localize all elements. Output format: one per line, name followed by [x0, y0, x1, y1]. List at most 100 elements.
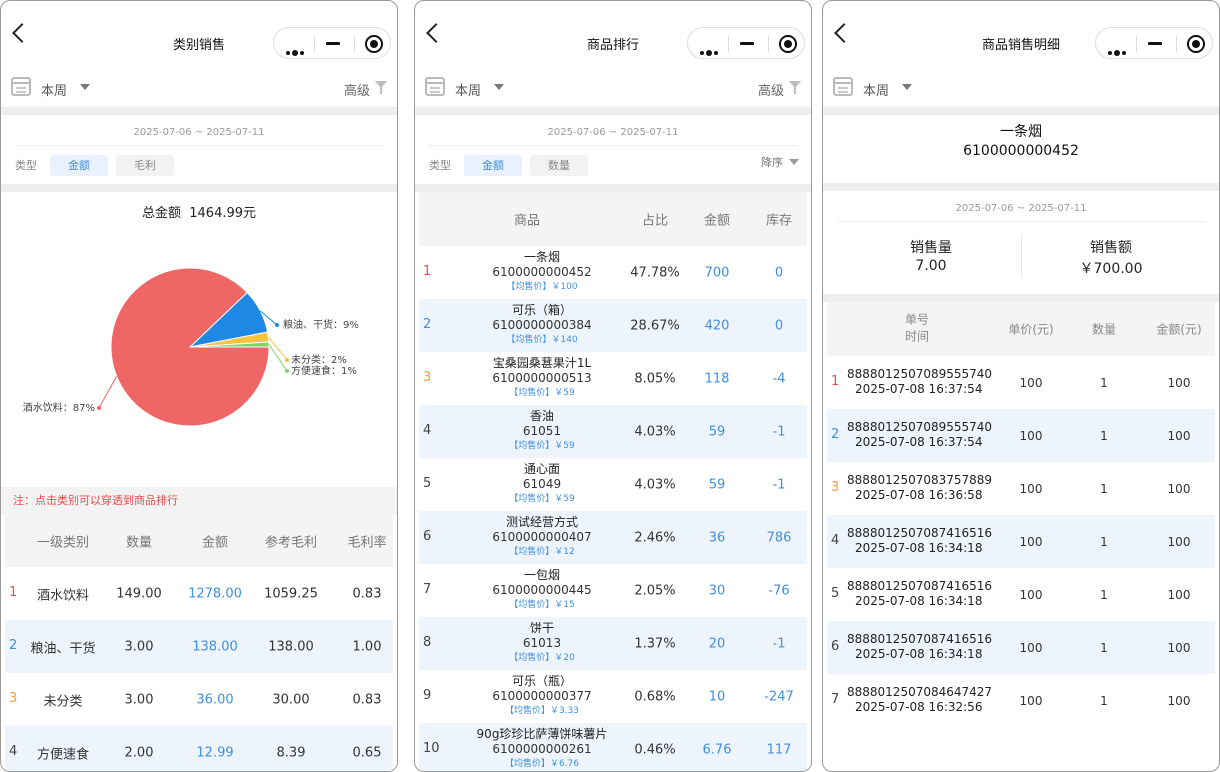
- table-row[interactable]: 10 90g珍珍比萨薄饼味薯片 6100000000261 【均售价】￥6.76 0.4…: [419, 723, 807, 771]
- amount-value[interactable]: 700: [705, 265, 730, 280]
- table-row[interactable]: 1 酒水饮料 149.00 1278.00 1059.25 0.83: [5, 567, 393, 620]
- tab-amount[interactable]: 金额: [464, 155, 522, 176]
- pie-svg[interactable]: 粮油、干货：9% 未分类：2%方便速食：1% 酒水饮料：87%: [1, 221, 397, 487]
- order-number: 8888012507087416516: [847, 632, 993, 646]
- advanced-filter-button[interactable]: 高级: [758, 80, 784, 99]
- order-info[interactable]: 8888012507083757889 2025-07-08 16:36:58: [847, 473, 997, 503]
- table-row[interactable]: 9 可乐（瓶） 6100000000377 【均售价】￥3.33 0.68% 10 -247: [419, 670, 807, 723]
- target-icon[interactable]: [365, 35, 383, 53]
- calendar-icon[interactable]: [425, 77, 445, 96]
- stock-value: 0: [774, 265, 784, 280]
- table-row[interactable]: 4 方便速食 2.00 12.99 8.39 0.65: [5, 726, 393, 771]
- product-info[interactable]: 测试经营方式 6100000000407 【均售价】￥12: [442, 515, 642, 560]
- table-row[interactable]: 4 香油 61051 【均售价】￥59 4.03% 59 -1: [419, 405, 807, 458]
- amount-value[interactable]: 59: [709, 424, 726, 439]
- table-row[interactable]: 1 一条烟 6100000000452 【均售价】￥100 47.78% 700 0: [419, 246, 807, 299]
- product-info[interactable]: 一条烟 6100000000452 【均售价】￥100: [442, 250, 642, 295]
- product-info[interactable]: 通心面 61049 【均售价】￥59: [442, 462, 642, 507]
- product-info[interactable]: 90g珍珍比萨薄饼味薯片 6100000000261 【均售价】￥6.76: [442, 727, 642, 771]
- category-name[interactable]: 酒水饮料: [37, 584, 89, 603]
- rank-number: 7: [831, 692, 840, 707]
- order-number: 8888012507087416516: [847, 579, 993, 593]
- amount-value[interactable]: 6.76: [703, 742, 732, 757]
- table-row[interactable]: 3 8888012507083757889 2025-07-08 16:36:58 1…: [827, 462, 1215, 515]
- order-info[interactable]: 8888012507087416516 2025-07-08 16:34:18: [847, 526, 997, 556]
- category-pie-chart[interactable]: 粮油、干货：9% 未分类：2% 方便速食：1% 酒水饮料：87%: [1, 221, 397, 487]
- table-row[interactable]: 5 8888012507087416516 2025-07-08 16:34:18 1…: [827, 568, 1215, 621]
- order-info[interactable]: 8888012507084647427 2025-07-08 16:32:56: [847, 685, 997, 715]
- minus-icon[interactable]: [740, 42, 754, 45]
- period-select[interactable]: 本周: [41, 80, 67, 99]
- calendar-icon[interactable]: [11, 77, 31, 96]
- category-name[interactable]: 粮油、干货: [30, 637, 95, 656]
- amount-value[interactable]: 420: [705, 318, 730, 333]
- amount-value[interactable]: 36: [709, 530, 726, 545]
- product-info[interactable]: 一包烟 6100000000445 【均售价】￥15: [442, 568, 642, 613]
- amount-value[interactable]: 10: [709, 689, 726, 704]
- order-info[interactable]: 8888012507089555740 2025-07-08 16:37:54: [847, 420, 997, 450]
- table-row[interactable]: 8 饼干 61013 【均售价】￥20 1.37% 20 -1: [419, 617, 807, 670]
- rank-number: 5: [423, 476, 432, 491]
- tab-amount[interactable]: 金额: [50, 155, 108, 176]
- table-row[interactable]: 2 粮油、干货 3.00 138.00 138.00 1.00: [5, 620, 393, 673]
- chevron-down-icon[interactable]: [789, 159, 799, 165]
- table-row[interactable]: 6 测试经营方式 6100000000407 【均售价】￥12 2.46% 36 786: [419, 511, 807, 564]
- target-icon[interactable]: [779, 35, 797, 53]
- amount-value[interactable]: 36.00: [196, 692, 233, 707]
- product-info[interactable]: 宝桑园桑葚果汁1L 6100000000513 【均售价】￥59: [442, 356, 642, 401]
- product-info[interactable]: 可乐（瓶） 6100000000377 【均售价】￥3.33: [442, 674, 642, 719]
- amount-value[interactable]: 30: [709, 583, 726, 598]
- date-range: 2025-07-06 ~ 2025-07-11: [547, 127, 679, 138]
- tab-quantity[interactable]: 数量: [530, 155, 588, 176]
- order-info[interactable]: 8888012507087416516 2025-07-08 16:34:18: [847, 579, 997, 609]
- table-row[interactable]: 7 一包烟 6100000000445 【均售价】￥15 2.05% 30 -76: [419, 564, 807, 617]
- more-dots-icon[interactable]: [286, 42, 306, 61]
- qty-value: 1: [1100, 640, 1108, 655]
- amount-value[interactable]: 1278.00: [188, 586, 242, 601]
- tab-profit[interactable]: 毛利: [116, 155, 174, 176]
- amount-value[interactable]: 59: [709, 477, 726, 492]
- target-icon[interactable]: [1187, 35, 1205, 53]
- table-row[interactable]: 3 未分类 3.00 36.00 30.00 0.83: [5, 673, 393, 726]
- table-row[interactable]: 6 8888012507087416516 2025-07-08 16:34:18 1…: [827, 621, 1215, 674]
- table-row[interactable]: 3 宝桑园桑葚果汁1L 6100000000513 【均售价】￥59 8.05% 118 -…: [419, 352, 807, 405]
- col-time: 时间: [904, 329, 930, 344]
- amount-value[interactable]: 118: [705, 371, 730, 386]
- table-row[interactable]: 2 可乐（箱） 6100000000384 【均售价】￥140 28.67% 420 0: [419, 299, 807, 352]
- period-select[interactable]: 本周: [863, 80, 889, 99]
- amount-value[interactable]: 12.99: [196, 745, 233, 760]
- product-info[interactable]: 饼干 61013 【均售价】￥20: [442, 621, 642, 666]
- sort-order-select[interactable]: 降序: [761, 154, 783, 170]
- chevron-down-icon[interactable]: [494, 84, 504, 90]
- chevron-down-icon[interactable]: [902, 84, 912, 90]
- product-info[interactable]: 可乐（箱） 6100000000384 【均售价】￥140: [442, 303, 642, 348]
- minus-icon[interactable]: [1148, 42, 1162, 45]
- advanced-filter-button[interactable]: 高级: [344, 80, 370, 99]
- chevron-down-icon[interactable]: [80, 84, 90, 90]
- calendar-icon[interactable]: [833, 77, 853, 96]
- category-name[interactable]: 方便速食: [37, 743, 89, 762]
- rank-number: 5: [831, 586, 840, 601]
- amount-value[interactable]: 138.00: [192, 639, 238, 654]
- minus-icon[interactable]: [326, 42, 340, 45]
- order-time: 2025-07-08 16:34:18: [855, 594, 983, 608]
- product-code: 6100000000384: [492, 318, 592, 332]
- more-dots-icon[interactable]: [1108, 42, 1128, 61]
- table-row[interactable]: 1 8888012507089555740 2025-07-08 16:37:54 1…: [827, 356, 1215, 409]
- table-row[interactable]: 7 8888012507084647427 2025-07-08 16:32:56 1…: [827, 674, 1215, 727]
- order-time: 2025-07-08 16:37:54: [855, 382, 983, 396]
- amount-value[interactable]: 20: [709, 636, 726, 651]
- table-row[interactable]: 4 8888012507087416516 2025-07-08 16:34:18 1…: [827, 515, 1215, 568]
- filter-icon[interactable]: [375, 81, 387, 94]
- order-info[interactable]: 8888012507089555740 2025-07-08 16:37:54: [847, 367, 997, 397]
- pie-slice[interactable]: [110, 267, 270, 427]
- rank-number: 2: [831, 427, 840, 442]
- table-row[interactable]: 5 通心面 61049 【均售价】￥59 4.03% 59 -1: [419, 458, 807, 511]
- period-select[interactable]: 本周: [455, 80, 481, 99]
- table-row[interactable]: 2 8888012507089555740 2025-07-08 16:37:54 1…: [827, 409, 1215, 462]
- category-name[interactable]: 未分类: [43, 690, 82, 709]
- filter-icon[interactable]: [789, 81, 801, 94]
- order-info[interactable]: 8888012507087416516 2025-07-08 16:34:18: [847, 632, 997, 662]
- product-info[interactable]: 香油 61051 【均售价】￥59: [442, 409, 642, 454]
- more-dots-icon[interactable]: [700, 42, 720, 61]
